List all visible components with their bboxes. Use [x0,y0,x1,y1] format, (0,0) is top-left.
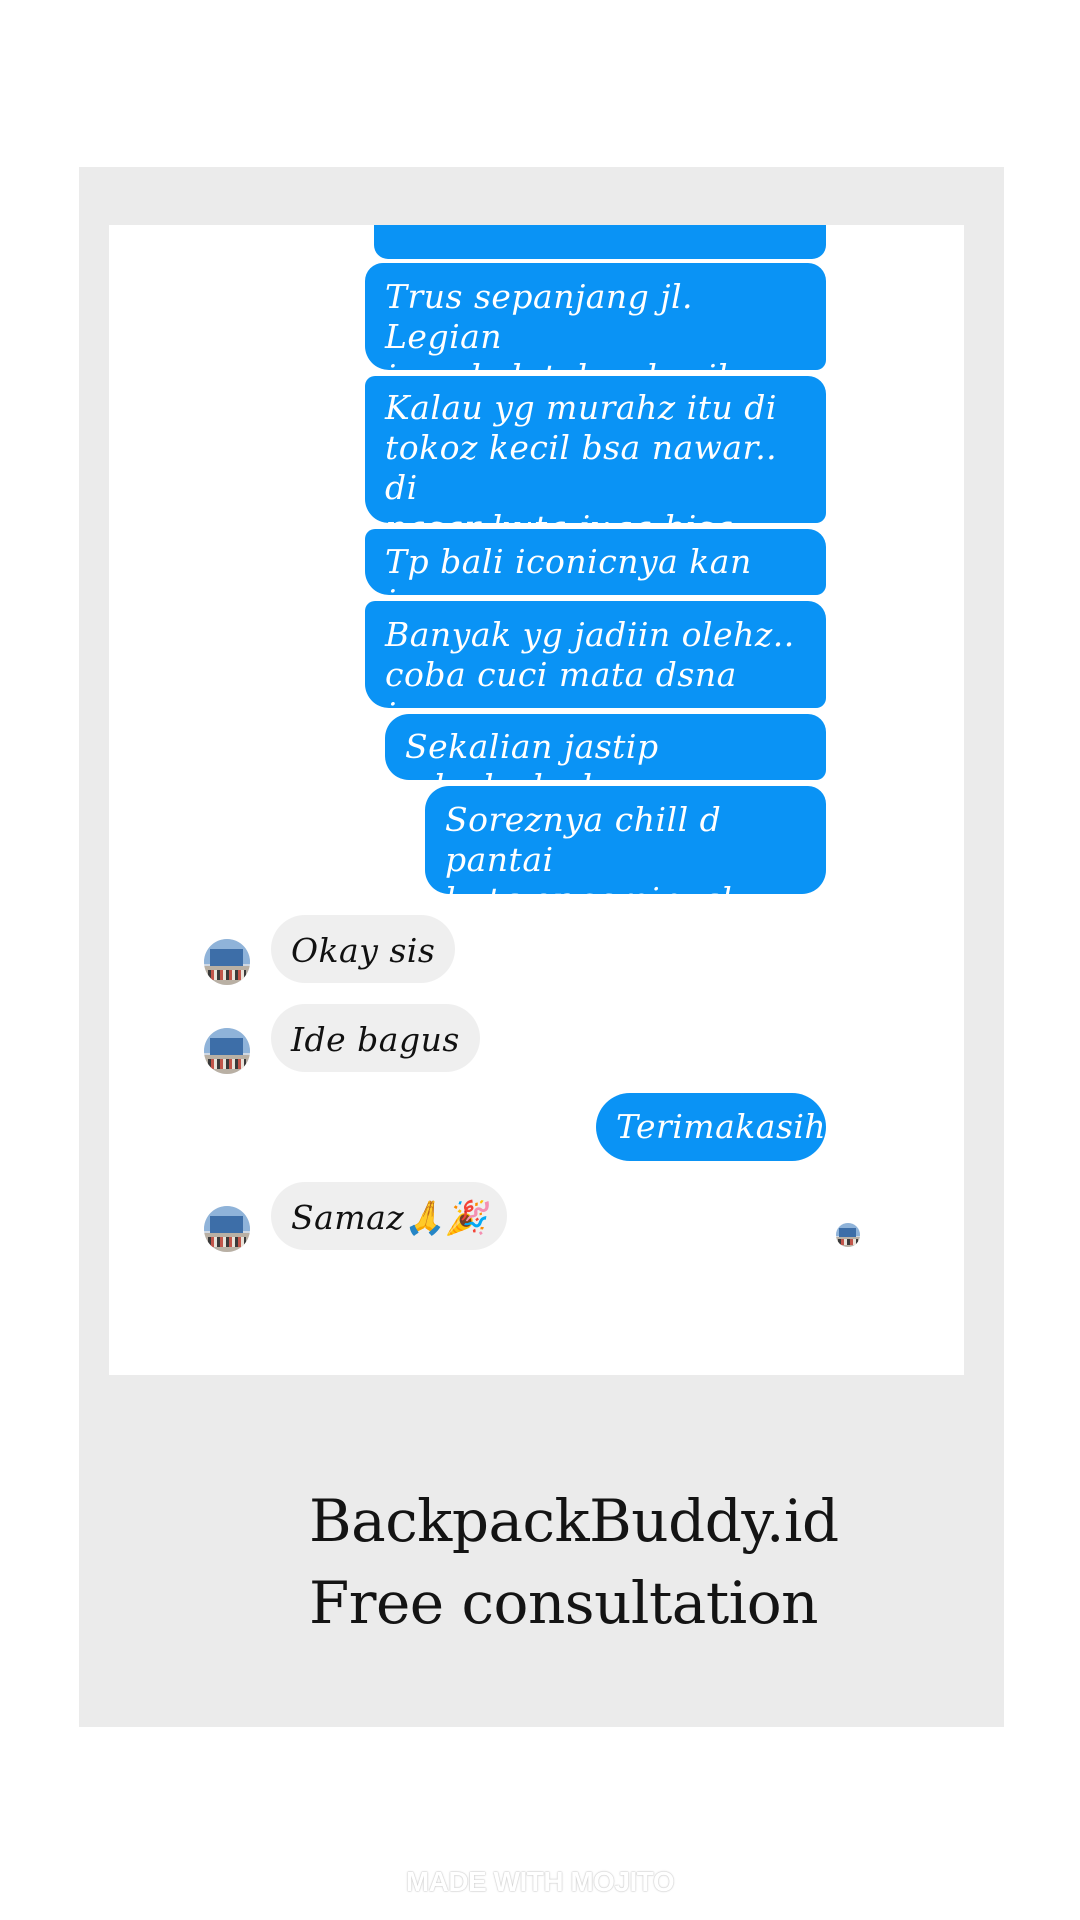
message-bubble-sent[interactable]: Soreznya chill d pantai kuta or seminyak [425,786,826,919]
caption: BackpackBuddy.id Free consultation [309,1480,929,1644]
message-bubble-sent[interactable]: Tp bali iconicnya kan joger [365,529,826,621]
message-bubble-partial [374,225,826,259]
app-watermark: MADE WITH MOJITO [405,1866,675,1897]
chat-screenshot: Trus sepanjang jl. Legian juga byk tokoz… [109,225,964,1375]
read-receipt-avatar [836,1223,860,1247]
message-bubble-sent[interactable]: Terimakasih [596,1093,826,1161]
caption-brand: BackpackBuddy.id [309,1487,839,1555]
message-bubble-sent[interactable]: Sekalian jastip wkwkwkwk [385,714,826,806]
message-bubble-sent[interactable]: Kalau yg murahz itu di tokoz kecil bsa n… [365,376,826,547]
message-bubble-received[interactable]: Samaz🙏🎉 [271,1182,508,1250]
message-bubble-received[interactable]: Okay sis [271,915,456,983]
message-bubble-sent[interactable]: Trus sepanjang jl. Legian juga byk tokoz… [365,263,826,396]
message-bubble-received[interactable]: Ide bagus [271,1004,480,1072]
message-bubble-sent[interactable]: Banyak yg jadiin olehz.. coba cuci mata … [365,601,826,734]
photo-frame: Trus sepanjang jl. Legian juga byk tokoz… [79,167,1004,1727]
contact-avatar[interactable] [204,939,250,985]
caption-subtitle: Free consultation [309,1569,819,1637]
contact-avatar[interactable] [204,1206,250,1252]
contact-avatar[interactable] [204,1028,250,1074]
